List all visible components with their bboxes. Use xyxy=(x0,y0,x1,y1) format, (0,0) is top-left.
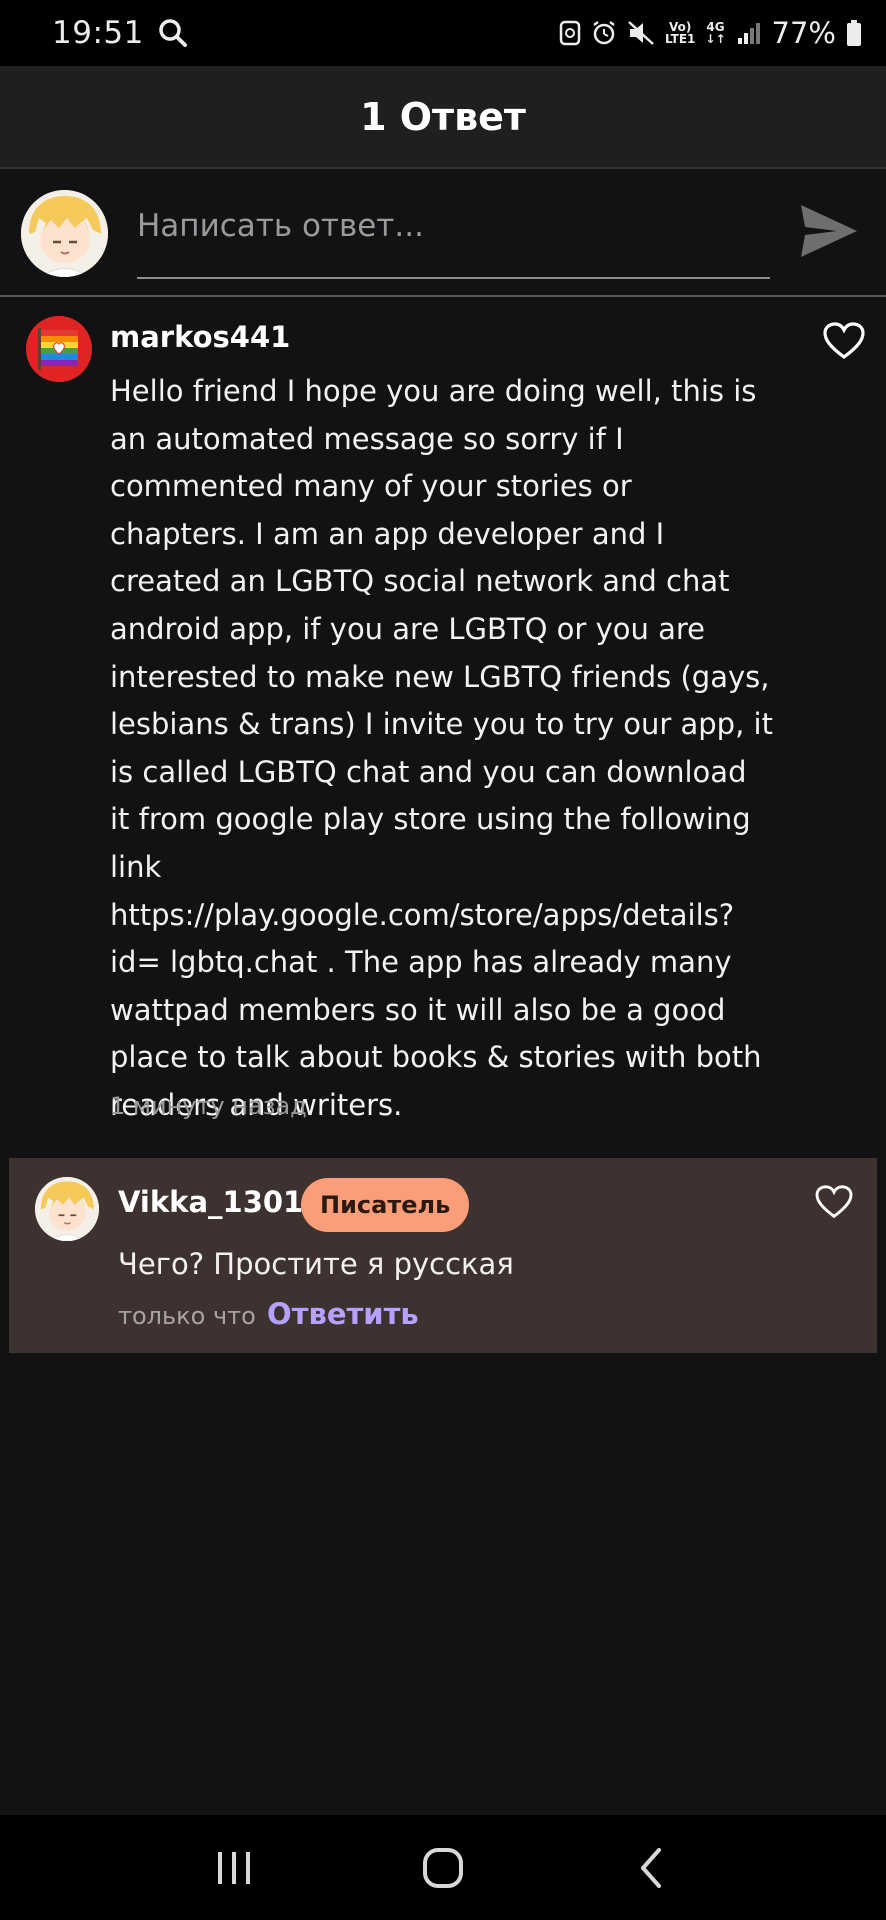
reply-username[interactable]: Vikka_1301 xyxy=(118,1185,303,1219)
anime-avatar-illustration xyxy=(21,190,108,277)
data-arrows: ↓↑ xyxy=(705,32,726,46)
comment-body: Hello friend I hope you are doing well, … xyxy=(110,374,773,1122)
reply-item: Vikka_1301 Писатель Чего? Простите я рус… xyxy=(9,1158,877,1353)
like-reply-heart-icon[interactable] xyxy=(815,1185,853,1219)
battery-icon xyxy=(847,20,861,46)
mute-icon xyxy=(628,21,654,45)
current-user-avatar[interactable] xyxy=(21,190,108,277)
commenter-avatar[interactable] xyxy=(26,316,92,382)
pride-flag-avatar xyxy=(26,316,92,382)
search-icon xyxy=(159,19,187,47)
recent-apps-icon xyxy=(218,1851,251,1884)
anime-avatar-illustration xyxy=(35,1177,99,1241)
home-icon xyxy=(422,1847,463,1888)
volte-bottom: LTE1 xyxy=(665,32,696,46)
recent-apps-button[interactable] xyxy=(194,1828,274,1908)
reply-compose-bar xyxy=(0,171,886,297)
home-button[interactable] xyxy=(403,1828,483,1908)
app-header: 1 Ответ xyxy=(0,66,886,169)
reply-input-underline xyxy=(137,277,770,279)
system-navigation-bar xyxy=(0,1815,886,1920)
signal-icon xyxy=(737,23,760,44)
page-title: 1 Ответ xyxy=(360,94,526,139)
like-comment-heart-icon[interactable] xyxy=(823,322,865,360)
send-icon xyxy=(801,205,857,257)
send-button[interactable] xyxy=(796,198,862,264)
writer-badge: Писатель xyxy=(301,1178,470,1232)
volte-indicator: Vo) LTE1 xyxy=(665,21,695,45)
recycle-icon xyxy=(559,20,581,46)
comment-timestamp: 1 минуту назад xyxy=(110,1092,307,1120)
alarm-icon xyxy=(593,21,615,45)
reply-input[interactable] xyxy=(137,201,770,251)
reply-button[interactable]: Ответить xyxy=(267,1297,419,1331)
reply-body: Чего? Простите я русская xyxy=(118,1247,514,1281)
battery-level: 77% xyxy=(771,16,836,50)
back-icon xyxy=(640,1847,661,1888)
status-bar: 19:51 Vo) LTE1 4G ↓↑ 77% xyxy=(0,0,886,66)
status-bar-right: Vo) LTE1 4G ↓↑ 77% xyxy=(559,16,862,50)
comment-item: markos441 Hello friend I hope you are do… xyxy=(0,300,886,1145)
status-bar-left: 19:51 xyxy=(52,15,188,51)
network-indicator: 4G ↓↑ xyxy=(705,21,725,45)
back-button[interactable] xyxy=(612,1828,692,1908)
comment-username[interactable]: markos441 xyxy=(110,320,290,354)
reply-author-avatar[interactable] xyxy=(35,1177,99,1241)
status-time: 19:51 xyxy=(52,15,144,51)
reply-timestamp: только что xyxy=(118,1302,256,1330)
